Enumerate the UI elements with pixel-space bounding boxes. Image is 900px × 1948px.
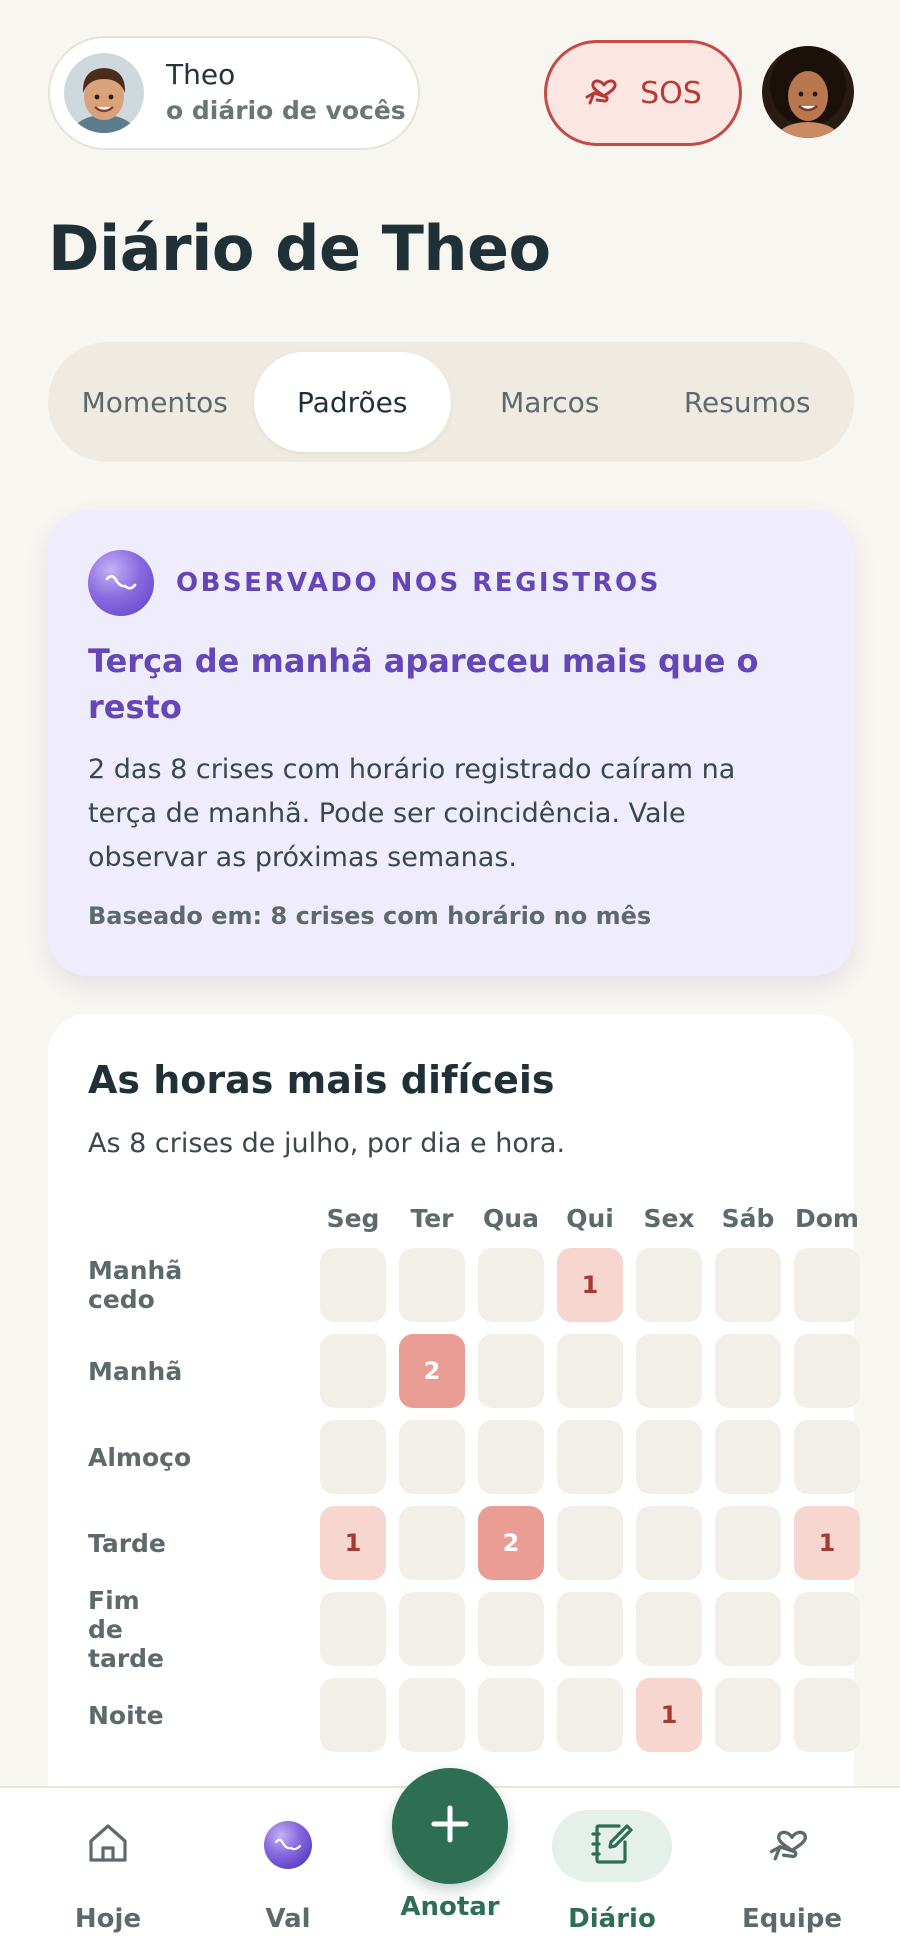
- row-label: Noite: [88, 1700, 164, 1730]
- tab-marcos[interactable]: Marcos: [451, 352, 649, 452]
- val-orb-icon: [263, 1820, 313, 1877]
- heatmap-cell: [715, 1420, 781, 1494]
- insight-label: OBSERVADO NOS REGISTROS: [176, 568, 661, 598]
- heatmap-cell: [557, 1506, 623, 1580]
- heatmap-cell: [557, 1592, 623, 1666]
- heatmap-cell: [715, 1248, 781, 1322]
- heatmap-cell[interactable]: 1: [320, 1506, 386, 1580]
- notebook-pen-icon: [589, 1820, 635, 1873]
- row-label: Manhã cedo: [88, 1256, 183, 1314]
- heatmap-cell: [320, 1420, 386, 1494]
- tab-resumos[interactable]: Resumos: [649, 352, 847, 452]
- day-header: Seg: [326, 1204, 380, 1233]
- insight-body: 2 das 8 crises com horário registrado ca…: [88, 754, 736, 873]
- day-header: Qui: [566, 1204, 614, 1233]
- tab-momentos[interactable]: Momentos: [56, 352, 254, 452]
- nav-equipe-label: Equipe: [741, 1904, 843, 1934]
- heatmap-cell[interactable]: 1: [557, 1248, 623, 1322]
- nav-val-label: Val: [265, 1904, 311, 1934]
- day-header: Qua: [483, 1204, 539, 1233]
- heatmap-cell: [794, 1678, 860, 1752]
- heatmap-cell: [399, 1678, 465, 1752]
- heatmap-cell: [478, 1678, 544, 1752]
- insight-card[interactable]: OBSERVADO NOS REGISTROS Terça de manhã a…: [48, 510, 854, 976]
- row-label: Almoço: [88, 1442, 192, 1472]
- child-profile-pill[interactable]: Theo o diário de vocês: [48, 36, 420, 150]
- nav-val[interactable]: Val: [218, 1788, 358, 1948]
- row-label: Tarde: [88, 1528, 166, 1558]
- heatmap-cell[interactable]: 1: [794, 1506, 860, 1580]
- heatmap-cell: [636, 1248, 702, 1322]
- heatmap-cell: [557, 1678, 623, 1752]
- nav-diario-label: Diário: [568, 1904, 656, 1934]
- heatmap-cell: [320, 1248, 386, 1322]
- add-note-button[interactable]: [392, 1768, 508, 1884]
- heatmap-cell: [478, 1592, 544, 1666]
- heatmap-cell: [557, 1334, 623, 1408]
- insight-title: Terça de manhã apareceu mais que o resto: [88, 642, 759, 726]
- sos-label: SOS: [640, 75, 702, 111]
- heatmap-cell: [636, 1420, 702, 1494]
- helping-hand-icon: [768, 1820, 816, 1871]
- helping-hand-icon: [584, 71, 624, 115]
- heatmap-cell: [399, 1506, 465, 1580]
- heatmap-cell: [636, 1506, 702, 1580]
- heatmap-cell: [794, 1592, 860, 1666]
- heatmap-cell: [636, 1334, 702, 1408]
- heatmap-cell[interactable]: 2: [478, 1506, 544, 1580]
- day-header: Ter: [410, 1204, 454, 1233]
- row-label: Manhã: [88, 1356, 183, 1386]
- day-header: Sáb: [721, 1204, 775, 1233]
- nav-hoje[interactable]: Hoje: [38, 1788, 178, 1948]
- heatmap-cell: [715, 1334, 781, 1408]
- heatmap-cell: [320, 1678, 386, 1752]
- sos-button[interactable]: SOS: [544, 40, 742, 146]
- add-note-label: Anotar: [400, 1892, 500, 1922]
- child-avatar: [64, 53, 144, 133]
- tab-padroes[interactable]: Padrões: [253, 352, 451, 452]
- home-icon: [85, 1820, 131, 1873]
- val-orb-icon: [88, 550, 154, 616]
- page-title: Diário de Theo: [48, 212, 551, 285]
- hours-subtitle: As 8 crises de julho, por dia e hora.: [88, 1128, 566, 1159]
- heatmap-cell: [715, 1592, 781, 1666]
- heatmap-cell: [399, 1420, 465, 1494]
- day-header: Sex: [643, 1204, 695, 1233]
- row-label: Fim de tarde: [88, 1585, 165, 1673]
- heatmap-cell: [399, 1248, 465, 1322]
- day-header: Dom: [795, 1204, 859, 1233]
- nav-hoje-label: Hoje: [74, 1904, 142, 1934]
- heatmap-cell[interactable]: 1: [636, 1678, 702, 1752]
- heatmap-cell: [478, 1334, 544, 1408]
- heatmap-cell: [320, 1334, 386, 1408]
- heatmap-cell[interactable]: 2: [399, 1334, 465, 1408]
- insight-basis: Baseado em: 8 crises com horário no mês: [88, 902, 652, 930]
- heatmap-cell: [478, 1248, 544, 1322]
- heatmap-cell: [320, 1592, 386, 1666]
- plus-icon: [428, 1802, 472, 1850]
- diary-tabs: Momentos Padrões Marcos Resumos: [48, 342, 854, 462]
- nav-equipe[interactable]: Equipe: [722, 1788, 862, 1948]
- hours-title: As horas mais difíceis: [88, 1058, 555, 1102]
- heatmap-cell: [794, 1420, 860, 1494]
- child-subtitle: o diário de vocês: [166, 96, 406, 125]
- heatmap-cell: [557, 1420, 623, 1494]
- header: Theo o diário de vocês SOS: [48, 36, 854, 150]
- parent-avatar[interactable]: [762, 46, 854, 138]
- nav-diario[interactable]: Diário: [542, 1788, 682, 1948]
- heatmap-cell: [715, 1678, 781, 1752]
- child-name: Theo: [166, 58, 236, 91]
- heatmap-cell: [399, 1592, 465, 1666]
- heatmap-cell: [636, 1592, 702, 1666]
- heatmap-cell: [794, 1334, 860, 1408]
- heatmap-cell: [715, 1506, 781, 1580]
- heatmap-cell: [794, 1248, 860, 1322]
- heatmap-cell: [478, 1420, 544, 1494]
